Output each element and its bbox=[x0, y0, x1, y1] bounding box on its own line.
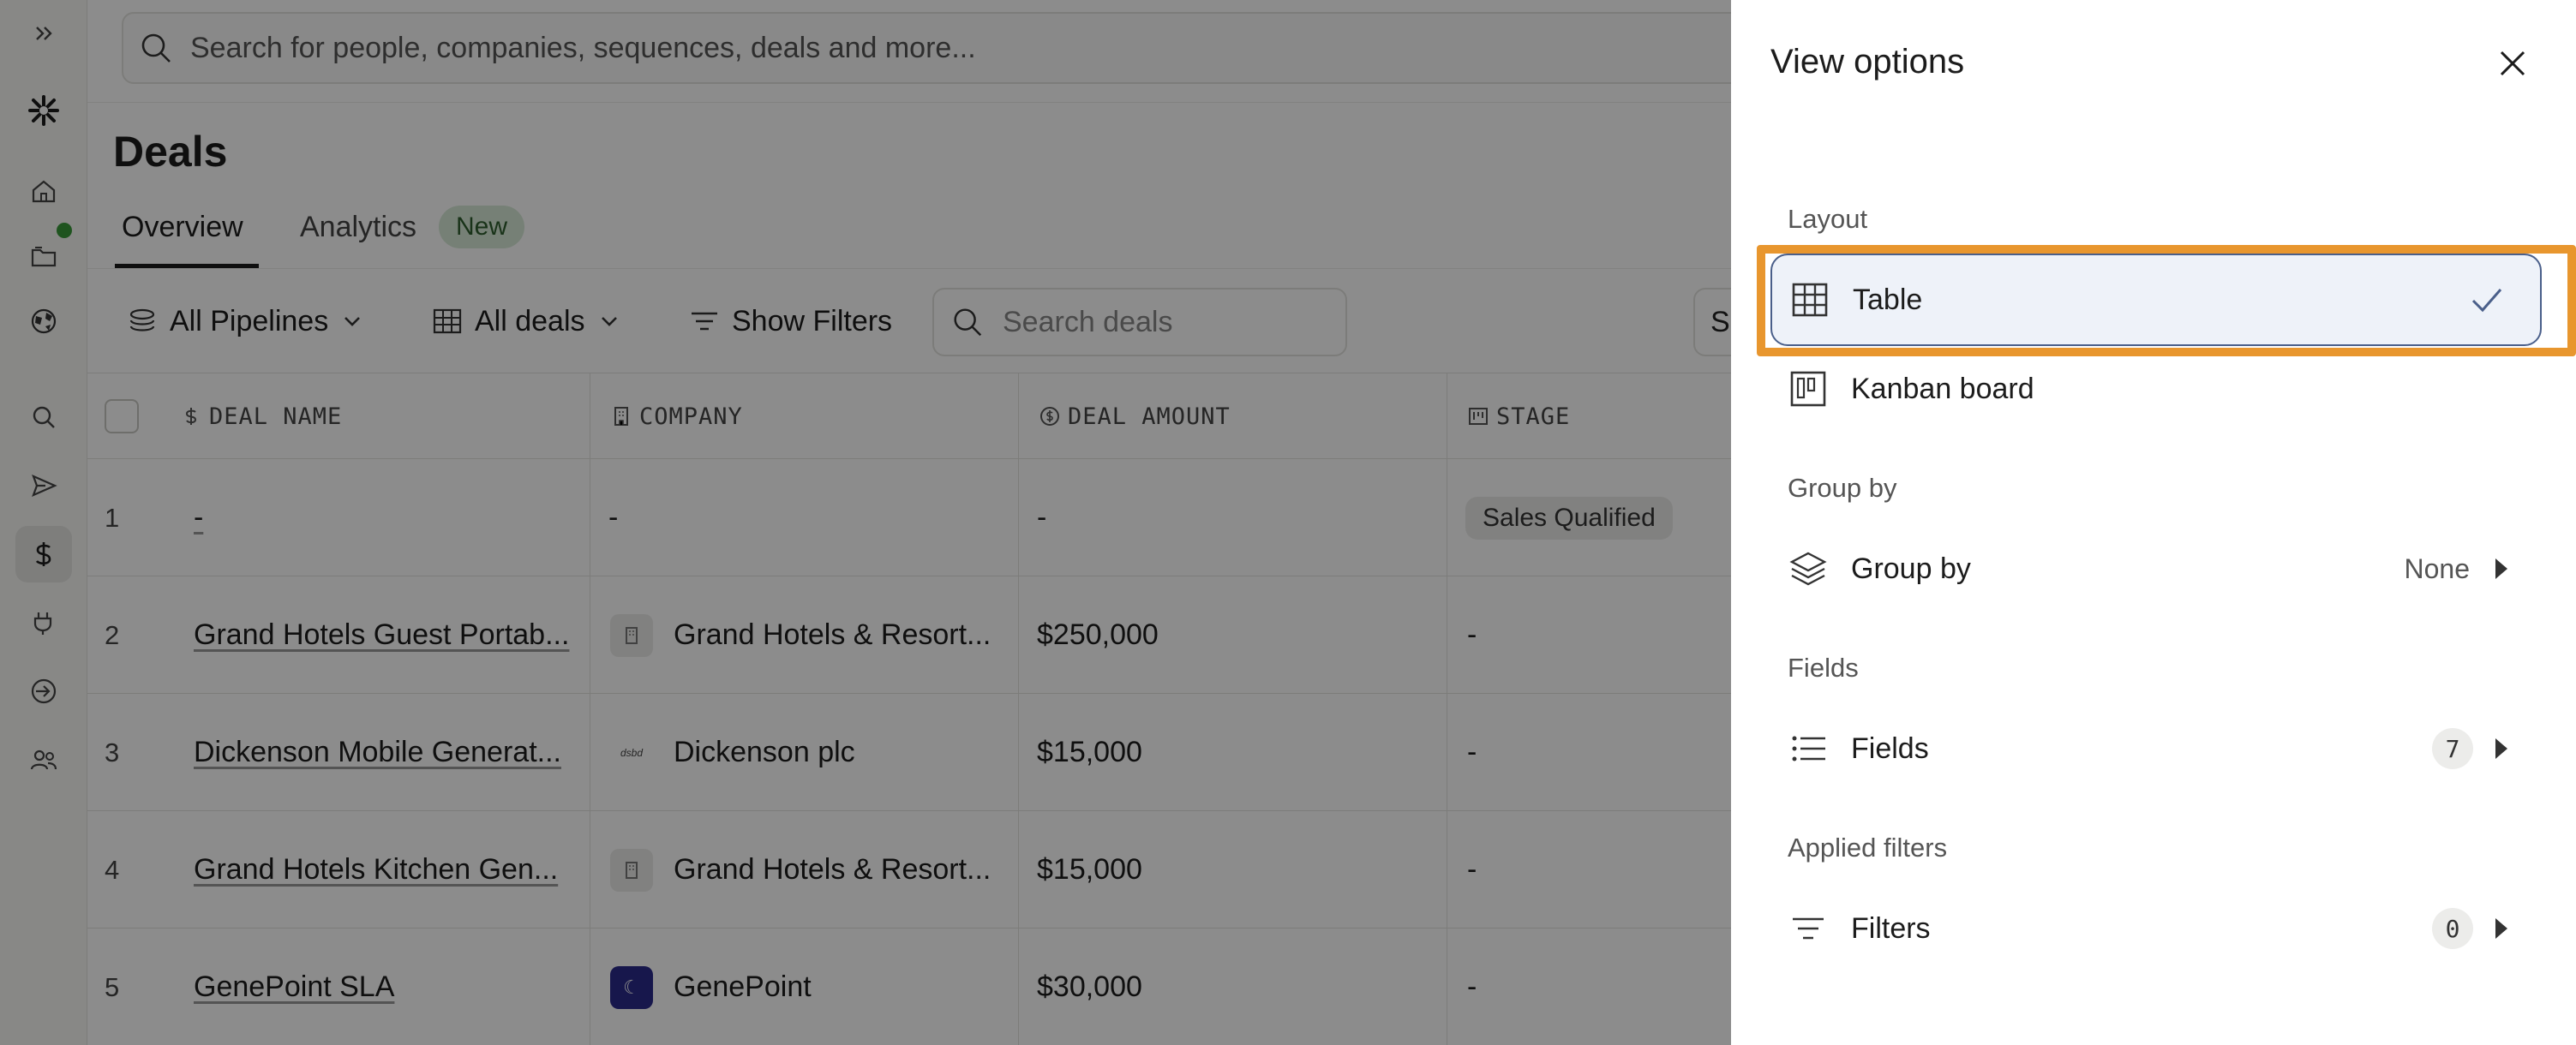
group-by-value: None bbox=[2404, 552, 2471, 584]
layout-option-kanban[interactable]: Kanban board bbox=[1770, 343, 2542, 435]
layout-option-label: Kanban board bbox=[1851, 372, 2034, 405]
checkmark-icon bbox=[2471, 289, 2502, 313]
fields-count-badge: 7 bbox=[2432, 728, 2473, 769]
modal-backdrop[interactable] bbox=[0, 0, 1731, 1045]
layout-option-label: Table bbox=[1853, 283, 1923, 316]
group-section-label: Group by bbox=[1788, 473, 1897, 503]
filters-count-container: 0 bbox=[2432, 908, 2507, 949]
view-options-panel: View options Layout Table Kanban board G… bbox=[1731, 0, 2576, 1045]
filters-option[interactable]: Filters 0 bbox=[1770, 882, 2542, 975]
filters-label: Filters bbox=[1851, 911, 1931, 945]
layout-option-table[interactable]: Table bbox=[1770, 254, 2542, 346]
panel-title: View options bbox=[1770, 43, 1965, 81]
group-by-option[interactable]: Group by None bbox=[1770, 522, 2542, 615]
close-icon bbox=[2500, 51, 2525, 76]
table-icon bbox=[1792, 283, 1828, 317]
fields-count-container: 7 bbox=[2432, 728, 2507, 769]
caret-right-icon bbox=[2495, 558, 2507, 579]
fields-section-label: Fields bbox=[1788, 653, 1859, 683]
fields-label: Fields bbox=[1851, 732, 1929, 765]
close-button[interactable] bbox=[2485, 36, 2540, 91]
layers-icon bbox=[1789, 552, 1827, 586]
checkmark-container bbox=[2468, 281, 2506, 319]
group-by-label: Group by bbox=[1851, 552, 1971, 585]
layout-section-label: Layout bbox=[1788, 204, 1868, 234]
kanban-icon bbox=[1790, 371, 1826, 407]
filters-count-badge: 0 bbox=[2432, 908, 2473, 949]
list-icon bbox=[1792, 736, 1825, 761]
fields-option[interactable]: Fields 7 bbox=[1770, 702, 2542, 795]
filter-icon bbox=[1793, 917, 1824, 940]
group-by-value-container: None bbox=[2404, 552, 2507, 585]
caret-right-icon bbox=[2495, 918, 2507, 939]
caret-right-icon bbox=[2495, 738, 2507, 759]
filters-section-label: Applied filters bbox=[1788, 833, 1948, 863]
